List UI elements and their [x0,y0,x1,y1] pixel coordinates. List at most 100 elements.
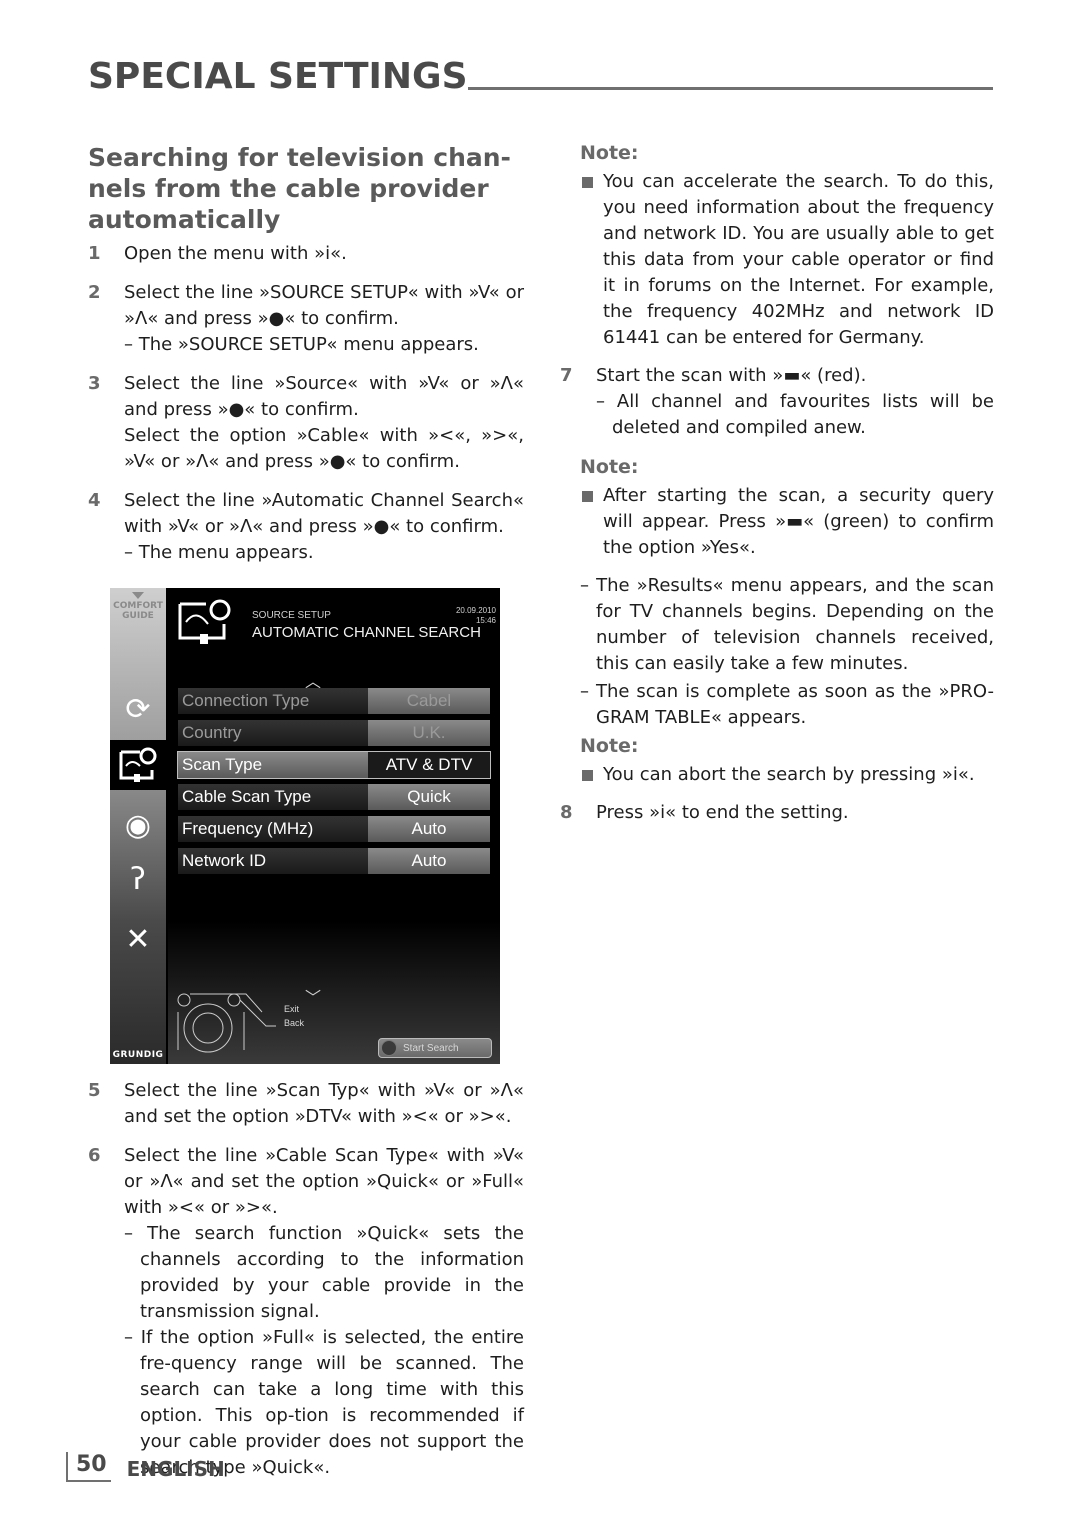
step-number: 7 [560,365,573,386]
tv-menu-screenshot: COMFORT GUIDE ⟳ ◉ ʔ ✕ GRUNDIG SOURCE SET… [110,588,500,1064]
tv-settings-list: Connection Type Cabel Country U.K. Scan Type… [177,688,491,880]
step-result: – The search function »Quick« sets the c… [124,1223,524,1322]
tv-setting-value[interactable]: Quick [368,784,490,810]
tv-setting-label: Scan Type [178,752,368,778]
note-item: You can abort the search by pressing »i«… [580,762,994,788]
page-title: SPECIAL SETTINGS [88,56,468,97]
step-body: Select the line »Source« with »V« or »Λ«… [124,371,524,475]
step-number: 2 [88,282,101,303]
antenna-cable-icon [119,747,157,782]
step-text: Select the line »SOURCE SETUP« with »V« … [124,282,524,329]
tv-setting-label: Cable Scan Type [178,784,368,810]
tv-main-panel: SOURCE SETUP AUTOMATIC CHANNEL SEARCH 20… [168,588,500,1064]
step-text: Start the scan with »▬« (red). [596,365,867,386]
tv-setting-value[interactable]: Cabel [368,688,490,714]
tv-setting-row[interactable]: Connection Type Cabel [178,688,490,714]
note-result-text: – The »Results« menu appears, and the sc… [580,575,994,674]
step-body: Select the line »Cable Scan Type« with »… [124,1143,524,1481]
step-body: Open the menu with »i«. [124,241,524,267]
tv-breadcrumb: SOURCE SETUP [252,610,331,621]
square-bullet-icon [582,177,593,188]
start-search-label: Start Search [403,1042,459,1054]
sidebar-item-sound[interactable]: ʔ [110,854,166,904]
note-title: Note: [580,456,639,478]
tv-setting-label: Network ID [178,848,368,874]
step-number: 6 [88,1145,101,1166]
tv-setting-row[interactable]: Scan Type ATV & DTV [177,751,491,779]
legend-back: Back [284,1018,305,1028]
start-search-button[interactable]: Start Search [378,1038,492,1058]
eye-icon: ◉ [124,807,152,843]
step-7: 7 Start the scan with »▬« (red). – All cha… [560,363,994,441]
left-column: Searching for television chan-nels from … [88,140,524,1494]
tv-time: 15:46 [475,616,496,625]
step-text: Select the line »Automatic Channel Searc… [124,490,524,537]
note-body: You can accelerate the search. To do thi… [603,171,994,348]
step-text: Select the line »Scan Typ« with »V« or »… [124,1080,524,1127]
tv-setting-value[interactable]: U.K. [368,720,490,746]
sidebar-item-settings[interactable]: ✕ [110,914,166,964]
page-number: 50 [66,1452,111,1482]
step-4: 4 Select the line »Automatic Channel Sear… [88,488,524,566]
tv-setting-row[interactable]: Network ID Auto [178,848,490,874]
section-title-text: Searching for television chan-nels from … [88,143,511,234]
note-text: You can abort the search by pressing »i«… [603,762,994,788]
page-header: SPECIAL SETTINGS [88,56,993,96]
tv-setting-value[interactable]: Auto [368,848,490,874]
note-result: – The »Results« menu appears, and the sc… [580,573,994,677]
note-text: After starting the scan, a security quer… [603,483,994,561]
note-item: You can accelerate the search. To do thi… [580,169,994,351]
sidebar-item-source-setup[interactable] [110,740,166,790]
tv-setting-value[interactable]: Auto [368,816,490,842]
note-body: After starting the scan, a security quer… [603,485,994,558]
legend-exit: Exit [284,1004,300,1014]
tv-date: 20.09.2010 [455,606,496,615]
step-6: 6 Select the line »Cable Scan Type« with … [88,1143,524,1481]
step-text: Select the line »Source« with »V« or »Λ«… [124,373,524,420]
step-2: 2 Select the line »SOURCE SETUP« with »V«… [88,280,524,358]
right-column: Note: You can accelerate the search. To d… [560,140,994,839]
comfort-guide[interactable]: COMFORT GUIDE [110,592,166,621]
antenna-cable-icon [178,599,231,644]
step-result: – The »SOURCE SETUP« menu appears. [124,334,479,355]
header-rule [467,87,993,90]
step-1: 1 Open the menu with »i«. [88,241,524,267]
tools-icon: ✕ [125,921,151,957]
tv-setting-row[interactable]: Cable Scan Type Quick [178,784,490,810]
grundig-logo: GRUNDIG [112,1050,164,1060]
tv-sidebar: COMFORT GUIDE ⟳ ◉ ʔ ✕ GRUNDIG [110,588,166,1064]
step-8: 8 Press »i« to end the setting. [560,800,994,826]
tv-setting-row[interactable]: Frequency (MHz) Auto [178,816,490,842]
note-title: Note: [580,142,639,164]
note-result-text: – The scan is complete as soon as the »P… [580,681,994,728]
step-body: Start the scan with »▬« (red). – All chan… [596,363,994,441]
step-3: 3 Select the line »Source« with »V« or »Λ… [88,371,524,475]
tv-setting-row[interactable]: Country U.K. [178,720,490,746]
section-title: Searching for television chan-nels from … [88,142,524,235]
note-item: After starting the scan, a security quer… [580,483,994,561]
step-text: Open the menu with »i«. [124,243,347,264]
sidebar-item-playback[interactable]: ⟳ [110,684,166,734]
tv-setting-value[interactable]: ATV & DTV [368,752,490,778]
note-body: You can abort the search by pressing »i«… [603,764,975,785]
step-number: 3 [88,373,101,394]
tv-setting-label: Connection Type [178,688,368,714]
play-circle-icon: ⟳ [125,691,151,727]
step-number: 4 [88,490,101,511]
step-body: Press »i« to end the setting. [596,800,994,826]
tv-datetime: 20.09.2010 15:46 [456,606,496,626]
step-number: 5 [88,1080,101,1101]
step-body: Select the line »Scan Typ« with »V« or »… [124,1078,524,1130]
tv-title: AUTOMATIC CHANNEL SEARCH [252,624,481,641]
step-5: 5 Select the line »Scan Typ« with »V« or … [88,1078,524,1130]
tv-setting-label: Country [178,720,368,746]
page-footer: 50 ENGLISH [66,1452,225,1482]
square-bullet-icon [582,770,593,781]
language-label: ENGLISH [126,1457,225,1481]
ear-icon: ʔ [130,861,146,897]
red-button-icon [381,1040,397,1056]
sidebar-item-picture[interactable]: ◉ [110,800,166,850]
step-number: 8 [560,802,573,823]
square-bullet-icon [582,491,593,502]
remote-dpad-icon [177,993,276,1053]
